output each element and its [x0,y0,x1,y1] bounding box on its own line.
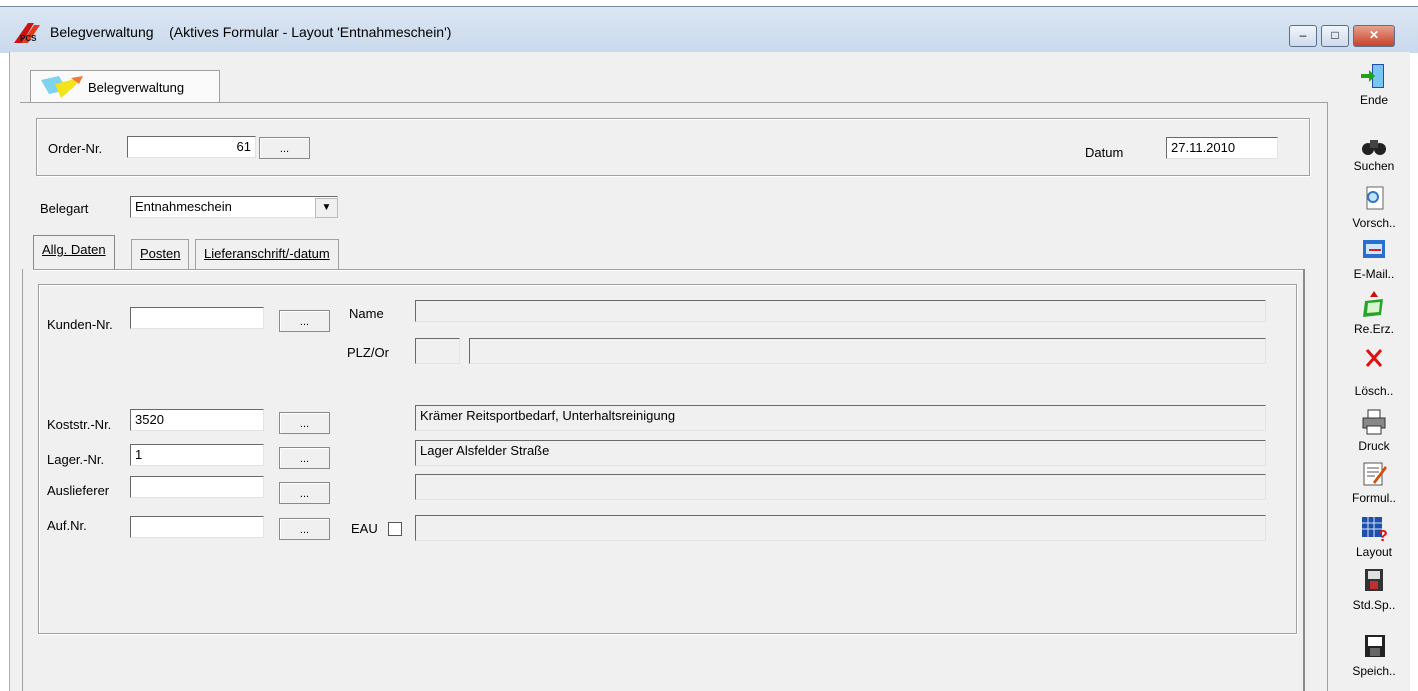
window-title: Belegverwaltung (Aktives Formular - Layo… [50,24,452,40]
belegart-value: Entnahmeschein [135,199,232,214]
belegart-label: Belegart [40,201,89,216]
layout-icon: ? [1362,517,1388,545]
toolbar-speichern-label: Speich.. [1352,664,1396,678]
kostst-label: Koststr.-Nr. [47,417,112,432]
kunden-label: Kunden-Nr. [47,317,113,332]
toolbar-re-erz-label: Re.Erz. [1353,322,1394,336]
toolbar-ende-label: Ende [1359,93,1389,107]
tab-lieferanschrift-label: Lieferanschrift/-datum [204,246,330,261]
close-button[interactable]: ✕ [1353,25,1395,47]
save-icon [1365,635,1385,657]
kunden-browse-button[interactable]: ... [279,310,330,332]
order-browse-button[interactable]: ... [259,137,310,159]
maximize-button[interactable]: □ [1321,25,1349,47]
toolbar-email-button[interactable]: E-Mail.. [1339,236,1409,281]
kostst-input[interactable]: 3520 [130,409,264,431]
toolbar-layout-button[interactable]: ? Layout [1339,514,1409,559]
belegart-select[interactable]: Entnahmeschein [130,196,338,218]
delete-icon [1365,349,1383,367]
preview-icon [1366,186,1384,210]
tab-line [20,102,1327,103]
svg-text:PCS: PCS [20,34,37,43]
plz-field [415,338,460,364]
toolbar-email-label: E-Mail.. [1353,267,1395,281]
toolbar-speichern-button[interactable]: Speich.. [1339,633,1409,678]
lager-browse-button[interactable]: ... [279,447,330,469]
eau-checkbox[interactable] [388,522,402,536]
binoculars-icon [1362,140,1386,155]
auftrag-input[interactable] [130,516,264,538]
tab-label: Belegverwaltung [88,80,185,95]
app-logo-icon: PCS [14,23,40,43]
eau-label: EAU [351,521,378,536]
svg-text:?: ? [1378,528,1388,542]
auslieferer-label: Auslieferer [47,483,110,498]
name-field [415,300,1266,322]
lager-input[interactable]: 1 [130,444,264,466]
toolbar-suchen-label: Suchen [1353,159,1395,173]
date-label: Datum [1085,145,1124,160]
toolbar-layout-label: Layout [1355,545,1393,559]
toolbar-std-sp-button[interactable]: Std.Sp.. [1339,567,1409,612]
kunden-input[interactable] [130,307,264,329]
order-label: Order-Nr. [48,141,103,156]
toolbar-druck-button[interactable]: Druck [1339,408,1409,453]
toolbar-formular-button[interactable]: Formul.. [1339,460,1409,505]
printer-icon [1362,409,1386,435]
auftrag-label: Auf.Nr. [47,518,87,533]
plz-label: PLZ/Or [347,345,389,360]
toolbar-loeschen-button[interactable]: Lösch.. [1339,347,1409,398]
auftrag-browse-button[interactable]: ... [279,518,330,540]
toolbar-re-erz-button[interactable]: Re.Erz. [1339,291,1409,336]
kostst-desc-field: Krämer Reitsportbedarf, Unterhaltsreinig… [415,405,1266,431]
exit-door-icon [1361,64,1384,88]
pencil-icon [41,76,83,98]
order-input[interactable]: 61 [127,136,256,158]
toolbar-std-sp-label: Std.Sp.. [1352,598,1396,612]
tab-panel-right-border [1303,269,1305,691]
toolbar-formular-label: Formul.. [1351,491,1396,505]
panel-right-border [1327,102,1328,691]
toolbar-vorschau-label: Vorsch.. [1352,216,1396,230]
toolbar-ende-button[interactable]: Ende [1339,62,1409,107]
chevron-down-icon[interactable]: ▼ [315,198,338,218]
toolbar-suchen-button[interactable]: Suchen [1339,136,1409,173]
tab-allg-daten-label: Allg. Daten [42,242,106,257]
std-save-icon [1365,569,1383,591]
kostst-browse-button[interactable]: ... [279,412,330,434]
tab-posten[interactable]: Posten [131,239,190,269]
name-label: Name [349,306,384,321]
tab-lieferanschrift[interactable]: Lieferanschrift/-datum [195,239,339,269]
toolbar-loeschen-label: Lösch.. [1354,384,1394,398]
toolbar-vorschau-button[interactable]: Vorsch.. [1339,185,1409,230]
auslieferer-desc-field [415,474,1266,500]
auslieferer-browse-button[interactable]: ... [279,482,330,504]
lager-desc-field: Lager Alsfelder Straße [415,440,1266,466]
form-icon [1363,462,1387,486]
eau-desc-field [415,515,1266,541]
tab-belegverwaltung[interactable]: Belegverwaltung [30,70,220,103]
auslieferer-input[interactable] [130,476,264,498]
invoice-icon [1363,291,1383,317]
ort-field [469,338,1266,364]
tab-panel-left-border [22,269,23,691]
lager-label: Lager.-Nr. [47,452,105,467]
toolbar-druck-label: Druck [1358,439,1390,453]
tab-allg-daten[interactable]: Allg. Daten [33,235,115,269]
date-input[interactable]: 27.11.2010 [1166,137,1278,159]
email-icon [1363,240,1385,258]
minimize-button[interactable]: – [1289,25,1317,47]
tab-underline [33,269,1305,271]
window-titlebar: PCS Belegverwaltung (Aktives Formular - … [0,6,1418,53]
tab-posten-label: Posten [140,246,181,261]
